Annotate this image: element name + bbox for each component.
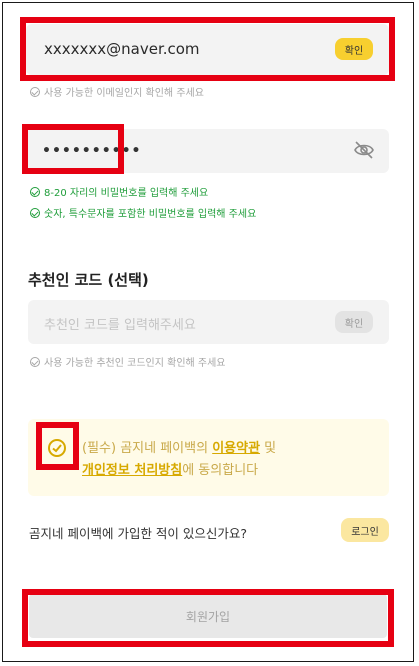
referral-hint: 사용 가능한 추천인 코드인지 확인해 주세요 [30,354,226,369]
privacy-policy-link[interactable]: 개인정보 처리방침 [82,463,182,478]
agreement-middle: 및 [260,441,277,456]
check-circle-icon [30,356,40,367]
eye-slash-icon[interactable] [353,140,375,160]
agreement-suffix: 에 동의합니다 [182,463,259,478]
agreement-prefix: (필수) 곰지네 페이백의 [82,441,213,456]
check-circle-icon [30,86,40,97]
signup-highlight-box [22,589,394,647]
password-hint-chars-text: 숫자, 특수문자를 포함한 비밀번호를 입력해 주세요 [44,209,257,220]
email-hint-text: 사용 가능한 이메일인지 확인해 주세요 [44,88,204,99]
terms-link[interactable]: 이용약관 [212,441,260,456]
login-button[interactable]: 로그인 [341,518,389,542]
check-circle-icon [30,186,40,197]
email-hint: 사용 가능한 이메일인지 확인해 주세요 [30,84,204,99]
agreement-text: (필수) 곰지네 페이백의 이용약관 및개인정보 처리방침에 동의합니다 [82,438,382,482]
password-highlight-box [22,124,124,174]
password-hint-chars: 숫자, 특수문자를 포함한 비밀번호를 입력해 주세요 [30,205,256,220]
email-highlight-box [20,17,395,81]
referral-title: 추천인 코드 (선택) [28,271,149,289]
referral-hint-text: 사용 가능한 추천인 코드인지 확인해 주세요 [44,358,226,369]
login-question: 곰지네 페이백에 가입한 적이 있으신가요? [29,526,248,541]
referral-confirm-button[interactable]: 확인 [335,311,373,333]
checkbox-highlight-box [36,422,79,470]
password-hint-length-text: 8-20 자리의 비밀번호를 입력해 주세요 [44,188,209,199]
check-circle-icon [30,207,40,218]
password-hint-length: 8-20 자리의 비밀번호를 입력해 주세요 [30,184,208,199]
referral-placeholder: 추천인 코드를 입력해주세요 [44,318,196,333]
